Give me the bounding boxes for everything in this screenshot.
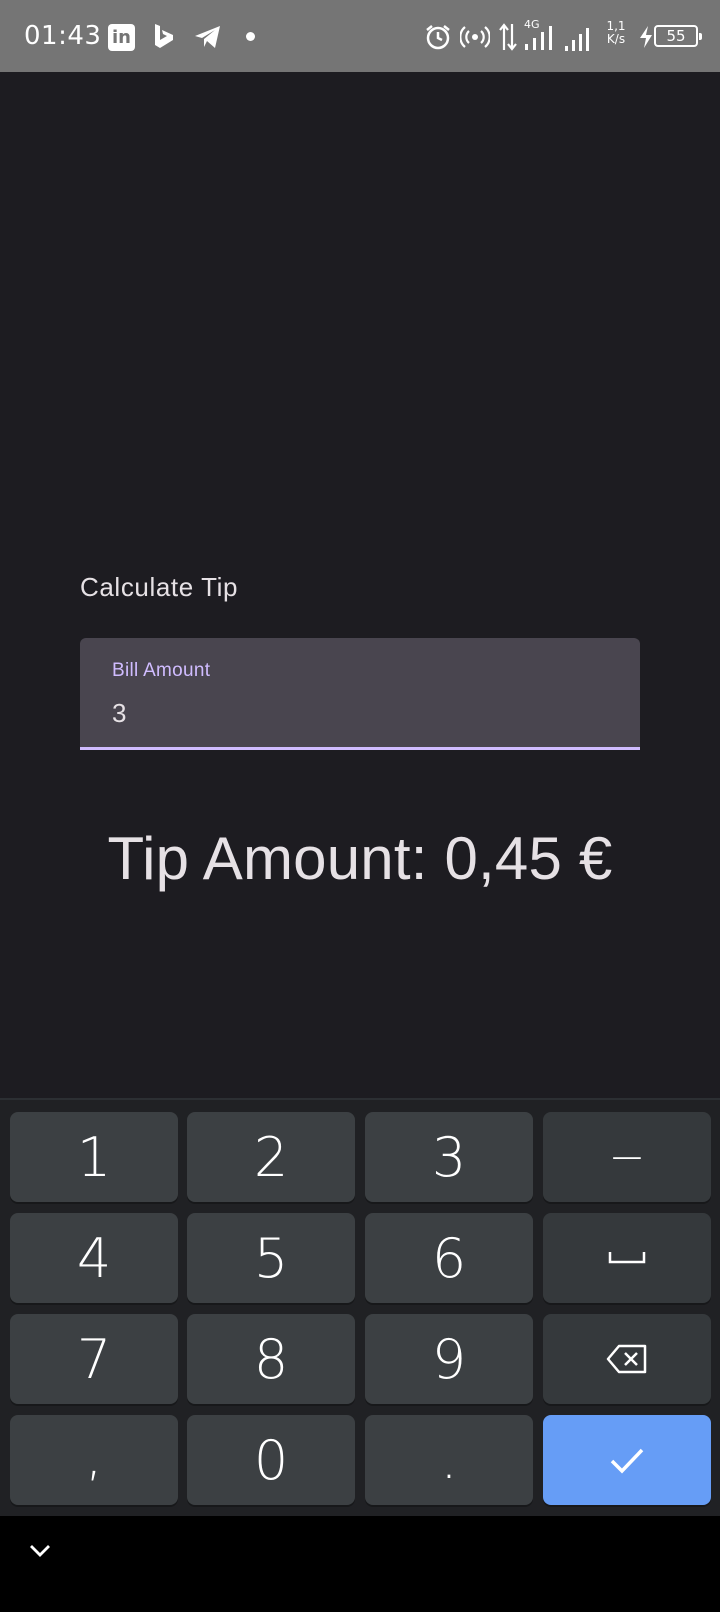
checkmark-icon: [610, 1448, 644, 1474]
key-5[interactable]: 5: [187, 1213, 355, 1303]
alarm-icon: [424, 23, 452, 51]
charging-icon: [638, 24, 654, 50]
key-3[interactable]: 3: [365, 1112, 533, 1202]
telegram-icon: [193, 24, 223, 50]
network-type-label: 4G: [524, 18, 540, 31]
data-arrows-icon: [497, 22, 519, 52]
key-4[interactable]: 4: [10, 1213, 178, 1303]
key-space[interactable]: [543, 1213, 711, 1303]
key-minus[interactable]: −: [543, 1112, 711, 1202]
bill-amount-label: Bill Amount: [112, 660, 211, 681]
tip-amount-display: Tip Amount: 0,45 €: [107, 825, 613, 892]
notification-dot-icon: [246, 32, 255, 41]
battery-icon: 55: [654, 25, 702, 47]
key-period[interactable]: .: [365, 1415, 533, 1505]
key-2[interactable]: 2: [187, 1112, 355, 1202]
key-8[interactable]: 8: [187, 1314, 355, 1404]
key-1[interactable]: 1: [10, 1112, 178, 1202]
signal-icon: [563, 22, 593, 52]
key-9[interactable]: 9: [365, 1314, 533, 1404]
numeric-keyboard: 1 2 3 − 4 5 6 7 8 9 , 0 .: [0, 1098, 720, 1516]
hotspot-icon: [460, 24, 490, 50]
key-0[interactable]: 0: [187, 1415, 355, 1505]
status-bar: 01:43 in 4G 1,1 K/s 55: [0, 0, 720, 72]
key-7[interactable]: 7: [10, 1314, 178, 1404]
navigation-bar: [0, 1516, 720, 1612]
key-6[interactable]: 6: [365, 1213, 533, 1303]
bill-amount-field[interactable]: Bill Amount 3: [80, 638, 640, 750]
data-speed-indicator: 1,1 K/s: [606, 19, 626, 46]
bing-icon: [152, 22, 176, 50]
hide-keyboard-chevron-icon[interactable]: [26, 1538, 54, 1562]
key-backspace[interactable]: [543, 1314, 711, 1404]
status-time: 01:43: [24, 21, 102, 51]
key-comma[interactable]: ,: [10, 1415, 178, 1505]
page-title: Calculate Tip: [80, 572, 239, 602]
space-icon: [608, 1252, 646, 1264]
bill-amount-input[interactable]: 3: [112, 698, 126, 729]
key-enter[interactable]: [543, 1415, 711, 1505]
backspace-icon: [606, 1344, 647, 1374]
linkedin-icon: in: [108, 24, 135, 51]
